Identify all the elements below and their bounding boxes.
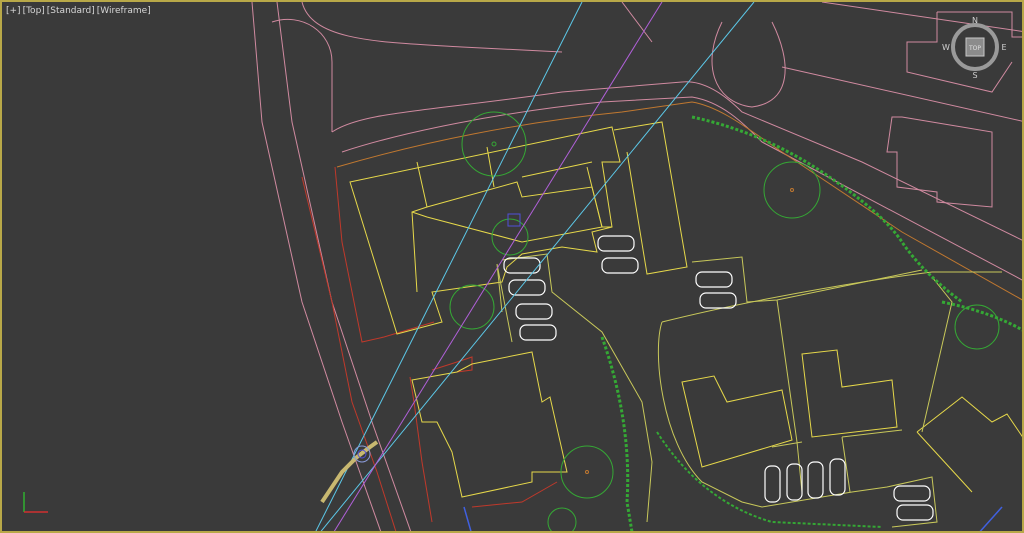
car-icon: [893, 485, 931, 502]
tree-icon: [491, 218, 529, 256]
viewcube-face-label: TOP: [968, 45, 981, 52]
car-icon: [508, 279, 546, 296]
compass-west[interactable]: W: [942, 43, 950, 52]
car-icon: [829, 458, 846, 496]
compass-south[interactable]: S: [972, 71, 977, 80]
viewport-menu-shading-standard[interactable]: [Standard]: [47, 6, 95, 16]
car-icon: [896, 504, 934, 521]
car-icon: [597, 235, 635, 252]
vegetation: [449, 111, 1022, 531]
tree-icon: [449, 284, 495, 330]
compass-east[interactable]: E: [1001, 43, 1006, 52]
car-icon: [764, 465, 781, 503]
buildings-yellow: [349, 121, 1022, 498]
axis-tripod-icon: [16, 488, 50, 518]
car-icon: [515, 303, 553, 320]
orange-path: [336, 101, 1022, 301]
car-icon: [807, 461, 824, 499]
viewport-top[interactable]: [+] [Top] [Standard] [Wireframe] TOP N S…: [0, 0, 1024, 533]
car-icon: [699, 292, 737, 309]
scene-wireframe[interactable]: [2, 2, 1024, 533]
tree-icon: [461, 111, 527, 177]
viewport-menu-plus[interactable]: [+]: [6, 6, 21, 16]
camera-icon[interactable]: [320, 440, 379, 504]
cars: [503, 235, 934, 521]
car-icon: [519, 324, 557, 341]
tree-icon: [560, 445, 614, 499]
viewport-label[interactable]: [+] [Top] [Standard] [Wireframe]: [6, 6, 151, 16]
tree-icon: [547, 507, 577, 531]
car-icon: [601, 257, 639, 274]
viewport-menu-wireframe[interactable]: [Wireframe]: [97, 6, 151, 16]
viewport-menu-view[interactable]: [Top]: [23, 6, 45, 16]
car-icon: [695, 271, 733, 288]
compass-north[interactable]: N: [972, 16, 978, 25]
viewcube-icon[interactable]: TOP N S E W: [942, 14, 1008, 80]
tree-icon: [763, 161, 821, 219]
